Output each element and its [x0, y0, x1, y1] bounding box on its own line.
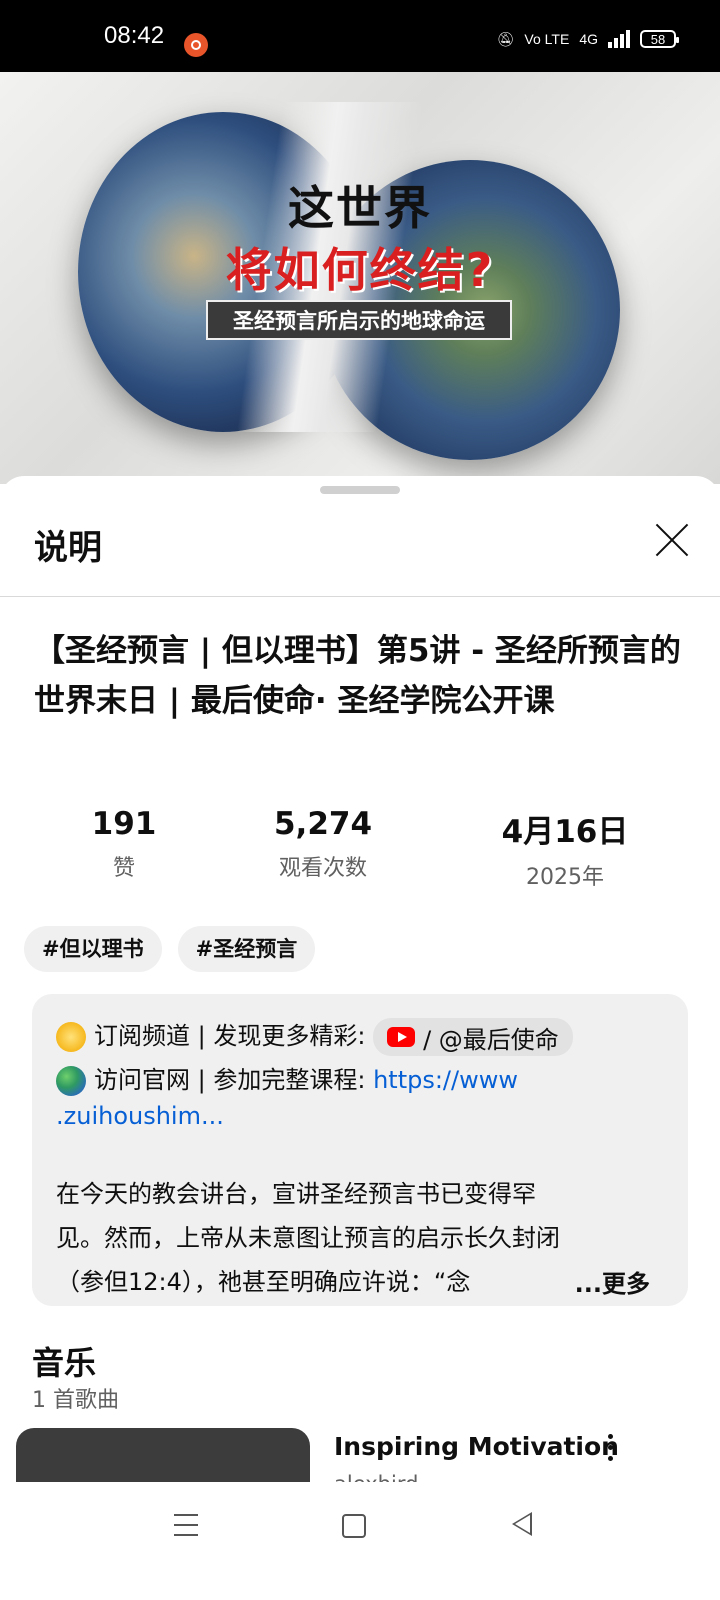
hashtag-chip[interactable]: #但以理书 [24, 926, 162, 972]
screen-record-icon [184, 33, 208, 57]
signal-icon [608, 30, 630, 48]
channel-handle: / @最后使命 [423, 1025, 559, 1054]
subscribe-text: 订阅频道 | 发现更多精彩: [94, 1022, 366, 1050]
hashtag-chip[interactable]: #圣经预言 [177, 926, 316, 972]
video-thumbnail[interactable]: 这世界 将如何终结? 圣经预言所启示的地球命运 [0, 72, 720, 484]
website-text: 访问官网 | 参加完整课程: [94, 1066, 366, 1094]
channel-link-chip[interactable]: / @最后使命 [373, 1018, 573, 1056]
back-icon[interactable] [512, 1512, 532, 1536]
home-icon[interactable] [342, 1514, 366, 1538]
likes-stat: 191 赞 [74, 806, 174, 882]
publish-year: 2025年 [526, 865, 604, 890]
mute-icon: 🔕︎ [496, 30, 515, 47]
star-icon [56, 1022, 86, 1052]
system-nav-bar [0, 1482, 720, 1600]
publish-date: 4月16日 [501, 814, 629, 850]
network-type: 4G [579, 31, 598, 47]
divider [0, 596, 720, 597]
views-stat: 5,274 观看次数 [258, 806, 388, 882]
description-paragraph-line: 见。然而，上帝从未意图让预言的启示长久封闭 [56, 1224, 560, 1252]
video-title: 【圣经预言 | 但以理书】第5讲 - 圣经所预言的世界末日 | 最后使命· 圣经… [34, 633, 681, 719]
globe-icon [56, 1066, 86, 1096]
likes-label: 赞 [112, 856, 135, 881]
music-count: 1 首歌曲 [32, 1388, 119, 1413]
description-sheet: 说明 【圣经预言 | 但以理书】第5讲 - 圣经所预言的世界末日 | 最后使命·… [0, 476, 720, 1518]
website-link-continued[interactable]: .zuihoushim... [56, 1102, 224, 1130]
date-stat: 4月16日 2025年 [480, 806, 650, 891]
volte-icon: Vo LTE [524, 31, 570, 47]
drag-handle[interactable] [320, 486, 400, 494]
description-line: 订阅频道 | 发现更多精彩: / @最后使命 [56, 1016, 573, 1056]
thumbnail-subtitle: 圣经预言所启示的地球命运 [206, 300, 512, 340]
music-section-title: 音乐 [32, 1344, 97, 1382]
battery-level: 58 [650, 31, 666, 47]
song-title[interactable]: Inspiring Motivation [334, 1432, 619, 1461]
battery-icon: 58 [640, 30, 679, 48]
status-bar: 08:42 🔕︎ Vo LTE 4G 58 [0, 0, 720, 72]
likes-count: 191 [91, 806, 157, 842]
description-paragraph-line: （参但12:4），祂甚至明确应许说：“念 [56, 1268, 471, 1296]
description-box[interactable]: 订阅频道 | 发现更多精彩: / @最后使命 访问官网 | 参加完整课程: ht… [32, 994, 688, 1306]
description-line: 访问官网 | 参加完整课程: https://www [56, 1060, 518, 1096]
description-paragraph-line: 在今天的教会讲台，宣讲圣经预言书已变得罕 [56, 1180, 536, 1208]
views-count: 5,274 [273, 806, 373, 842]
sheet-title: 说明 [34, 528, 102, 568]
video-stats: 191 赞 5,274 观看次数 4月16日 2025年 [0, 806, 720, 896]
thumbnail-title-line1: 这世界 [288, 181, 432, 235]
youtube-icon [387, 1027, 416, 1047]
clock: 08:42 [104, 22, 165, 49]
more-options-icon[interactable] [600, 1434, 620, 1464]
website-link[interactable]: https://www [373, 1066, 518, 1094]
views-label: 观看次数 [278, 856, 367, 881]
recent-apps-icon[interactable] [174, 1514, 198, 1536]
status-icons: 🔕︎ Vo LTE 4G 58 [496, 30, 679, 48]
hashtag-list: #但以理书 #圣经预言 [24, 926, 316, 972]
thumbnail-title-line2: 将如何终结? [225, 243, 495, 297]
close-icon[interactable] [654, 522, 690, 558]
show-more-button[interactable]: ...更多 [544, 1264, 650, 1299]
